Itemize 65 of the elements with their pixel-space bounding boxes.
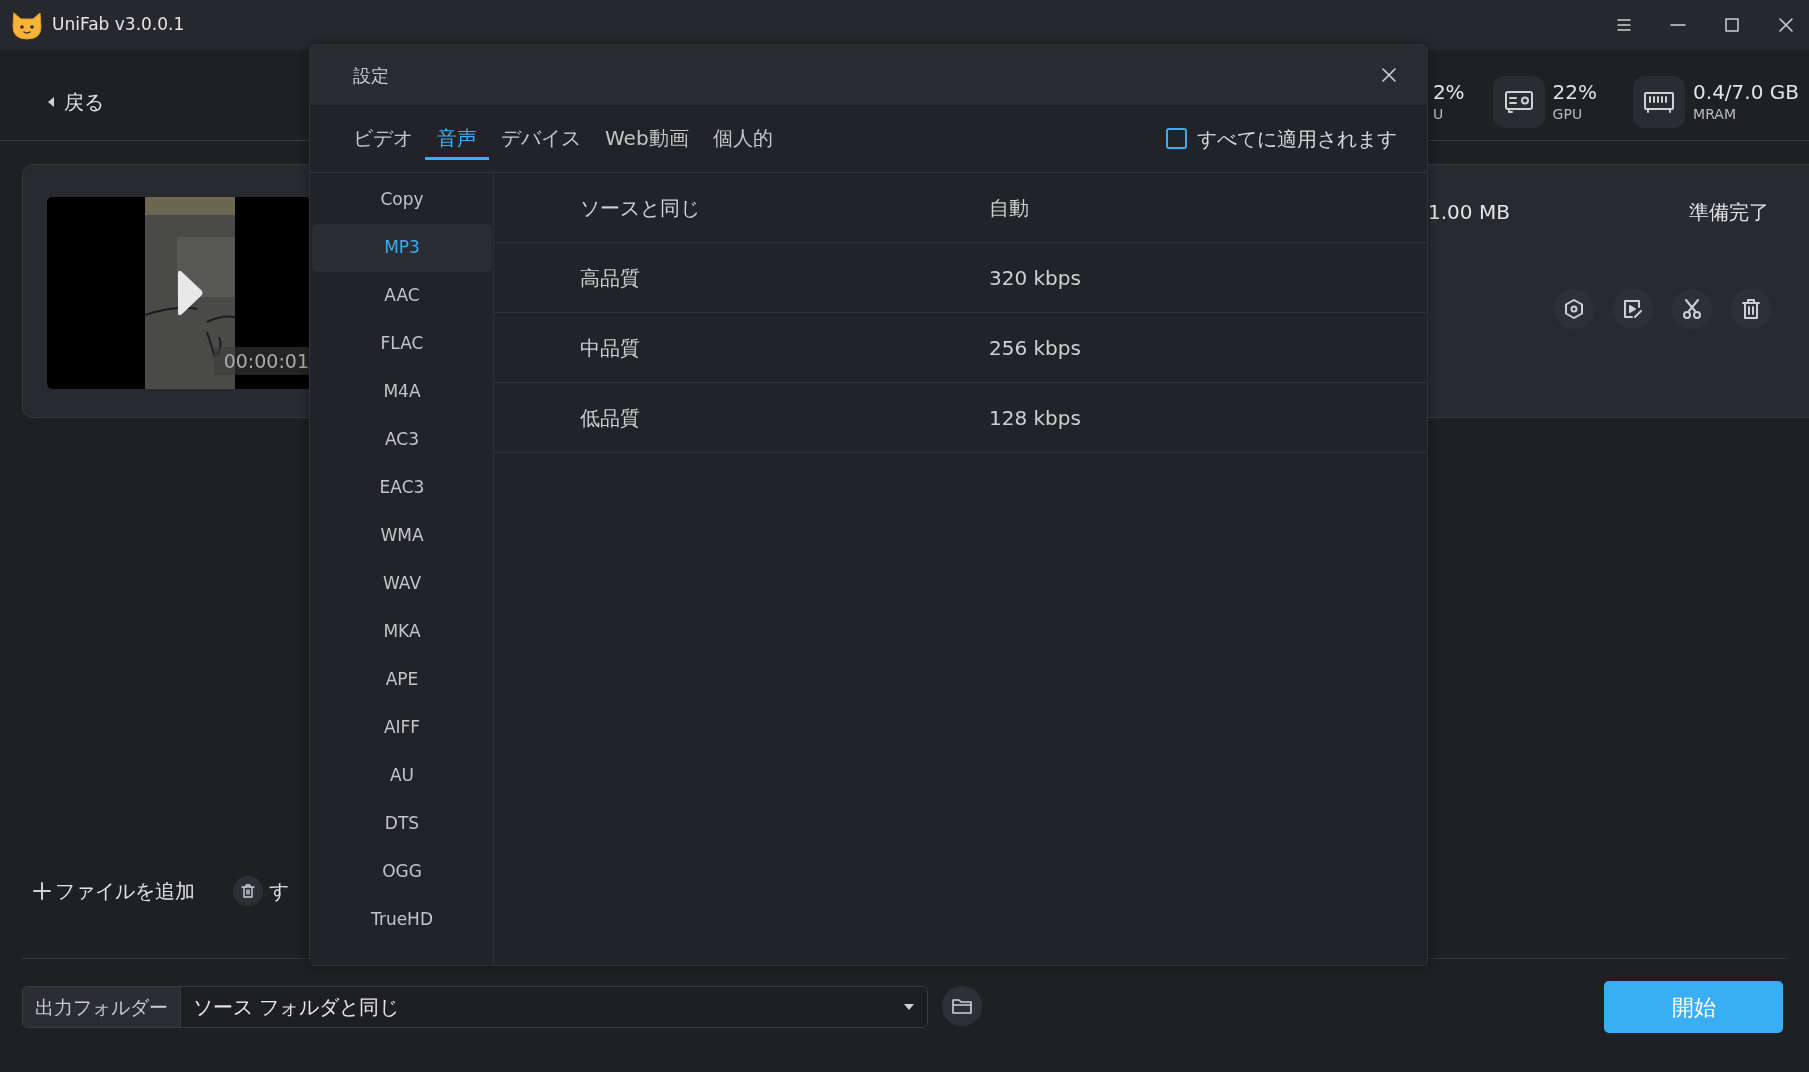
format-item[interactable]: TrueHD [312, 896, 492, 944]
trash-icon [1740, 298, 1762, 320]
stat-label: MRAM [1693, 104, 1737, 124]
file-size: 1.00 MB [1428, 199, 1510, 226]
window-title: UniFab v3.0.0.1 [52, 13, 185, 37]
bitrate-cell-text: 自動 [989, 194, 1029, 222]
caret-left-icon [46, 95, 56, 109]
format-item[interactable]: APE [312, 656, 492, 704]
cut-button[interactable] [1672, 289, 1712, 329]
close-icon [1778, 18, 1794, 32]
stat-value: 22% [1552, 79, 1598, 104]
trash-icon [240, 883, 256, 899]
settings-tab[interactable]: Web動画 [605, 117, 689, 160]
stat-label: GPU [1552, 104, 1584, 124]
settings-tab[interactable]: 音声 [425, 117, 489, 160]
format-item[interactable]: WAV [312, 560, 492, 608]
settings-tab[interactable]: ビデオ [353, 117, 413, 160]
delete-button[interactable] [1731, 289, 1771, 329]
folder-icon [951, 997, 973, 1015]
dropdown-caret-icon [903, 1003, 915, 1011]
format-item[interactable]: Copy [312, 176, 492, 224]
quality-cell-text: 低品質 [579, 404, 641, 432]
format-item[interactable]: WMA [312, 512, 492, 560]
quality-cell-text: 中品質 [579, 334, 641, 362]
bitrate-cell-text: 256 kbps [989, 334, 1081, 362]
format-item[interactable]: EAC3 [312, 464, 492, 512]
quality-cell-text: ソースと同じ [579, 194, 701, 222]
format-item[interactable]: MP3 [312, 224, 492, 272]
clear-button[interactable] [233, 876, 263, 906]
menu-icon [1616, 18, 1632, 32]
format-item[interactable]: FLAC [312, 320, 492, 368]
browse-folder-button[interactable] [942, 986, 982, 1026]
format-item[interactable]: AAC [312, 272, 492, 320]
format-item[interactable]: M4A [312, 368, 492, 416]
video-duration: 00:00:01 [213, 346, 311, 375]
apply-all-label: すべてに適用されます [1197, 125, 1397, 153]
plus-icon [33, 882, 51, 900]
stat-value: 2% [1432, 79, 1465, 104]
stat-value: 0.4/7.0 GB [1693, 79, 1799, 104]
maximize-icon [1724, 18, 1740, 32]
edit-video-button[interactable] [1613, 289, 1653, 329]
scissors-icon [1681, 298, 1703, 320]
clear-all-label: す [269, 878, 289, 905]
close-icon [1382, 68, 1396, 82]
format-item[interactable]: AC3 [312, 416, 492, 464]
file-status: 準備完了 [1689, 199, 1769, 226]
quality-cell-text: 高品質 [579, 264, 641, 292]
format-item[interactable]: OGG [312, 848, 492, 896]
format-item[interactable]: DTS [312, 800, 492, 848]
format-item[interactable]: AIFF [312, 704, 492, 752]
settings-tab[interactable]: デバイス [501, 117, 581, 160]
output-folder-label: 出力フォルダー [23, 987, 181, 1027]
hexagon-settings-icon [1563, 298, 1585, 320]
back-button[interactable]: 戻る [46, 87, 104, 117]
video-edit-icon [1622, 298, 1644, 320]
format-item[interactable]: MKA [312, 608, 492, 656]
format-item[interactable]: AU [312, 752, 492, 800]
bitrate-cell-text: 320 kbps [989, 264, 1081, 292]
stat-label: U [1432, 104, 1445, 124]
bitrate-cell-text: 128 kbps [989, 404, 1081, 432]
add-file-button[interactable]: ファイルを追加 [33, 876, 195, 906]
dialog-title: 設定 [353, 63, 389, 88]
apply-all-checkbox[interactable] [1166, 128, 1187, 149]
settings-button[interactable] [1554, 289, 1594, 329]
settings-tab[interactable]: 個人的 [712, 117, 773, 160]
